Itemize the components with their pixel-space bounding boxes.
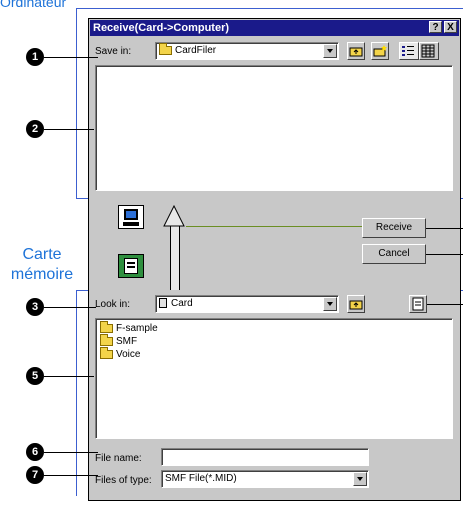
- up-folder-icon: [349, 47, 363, 57]
- list-view-button[interactable]: [399, 42, 419, 60]
- transfer-arrow-up-icon: [163, 204, 185, 227]
- callout-leader-3: [44, 307, 96, 308]
- callout-leader-1: [44, 57, 98, 58]
- details-view-icon: [421, 44, 435, 58]
- folder-icon: [100, 320, 113, 333]
- computer-icon: [118, 205, 144, 229]
- folder-icon: [100, 333, 113, 346]
- up-folder-button-card[interactable]: [347, 295, 365, 313]
- document-icon: [412, 297, 424, 311]
- card-icon: [159, 298, 167, 309]
- memory-card-icon: [118, 254, 144, 278]
- callout-1: 1: [26, 48, 44, 66]
- file-item-label: Voice: [116, 349, 141, 360]
- receive-button[interactable]: Receive: [362, 218, 426, 238]
- save-in-combo[interactable]: CardFiler: [155, 42, 339, 60]
- save-in-value: CardFiler: [175, 45, 217, 56]
- look-in-label: Look in:: [95, 299, 131, 310]
- file-type-label: Files of type:: [95, 475, 152, 486]
- cancel-button[interactable]: Cancel: [362, 244, 426, 264]
- new-folder-icon: [373, 45, 387, 57]
- chevron-down-icon[interactable]: [323, 44, 337, 58]
- memory-card-caption: Carte mémoire: [4, 245, 80, 285]
- folder-icon: [100, 346, 113, 359]
- file-type-select[interactable]: SMF File(*.MID): [161, 470, 369, 488]
- callout-leader-5: [44, 376, 94, 377]
- list-view-icon: [402, 46, 414, 56]
- card-button-leader: [427, 304, 463, 305]
- card-properties-button[interactable]: [409, 295, 427, 313]
- list-item[interactable]: SMF: [100, 333, 448, 348]
- file-type-value: SMF File(*.MID): [165, 473, 237, 484]
- memory-card-caption-line2: mémoire: [10, 266, 74, 283]
- list-item[interactable]: F-sample: [100, 320, 448, 335]
- callout-2: 2: [26, 120, 44, 138]
- callout-leader-6: [44, 452, 98, 453]
- transfer-line: [186, 226, 362, 227]
- computer-frame-top: [76, 8, 463, 9]
- transfer-arrow-shaft: [170, 226, 180, 290]
- list-item[interactable]: Voice: [100, 346, 448, 361]
- callout-6: 6: [26, 443, 44, 461]
- new-folder-button[interactable]: [371, 42, 389, 60]
- details-view-button[interactable]: [419, 42, 439, 60]
- callout-7: 7: [26, 466, 44, 484]
- callout-leader-7: [44, 475, 98, 476]
- callout-leader-2: [44, 129, 94, 130]
- callout-3: 3: [26, 298, 44, 316]
- computer-frame-left: [76, 8, 77, 198]
- folder-icon: [159, 42, 172, 55]
- cancel-leader: [426, 254, 463, 255]
- up-folder-icon: [349, 300, 363, 310]
- file-item-label: F-sample: [116, 323, 158, 334]
- file-item-label: SMF: [116, 336, 138, 347]
- memory-card-caption-line1: Carte: [22, 246, 62, 263]
- card-file-list[interactable]: F-sample SMF Voice: [95, 318, 453, 439]
- dialog-title: Receive(Card->Computer): [93, 22, 230, 34]
- computer-caption: Ordinateur: [0, 0, 67, 10]
- save-folder-list[interactable]: [95, 65, 453, 191]
- up-folder-button[interactable]: [347, 42, 365, 60]
- chevron-down-icon[interactable]: [353, 472, 367, 486]
- receive-leader: [426, 228, 463, 229]
- chevron-down-icon[interactable]: [323, 297, 337, 311]
- dialog-titlebar: Receive(Card->Computer): [90, 20, 459, 36]
- file-name-input[interactable]: [161, 448, 369, 466]
- look-in-value: Card: [171, 298, 193, 309]
- look-in-combo[interactable]: Card: [155, 295, 339, 313]
- close-button[interactable]: X: [444, 21, 457, 33]
- file-name-label: File name:: [95, 453, 142, 464]
- help-button[interactable]: ?: [429, 21, 442, 33]
- card-frame-left: [76, 290, 77, 496]
- callout-5: 5: [26, 367, 44, 385]
- save-in-label: Save in:: [95, 46, 132, 57]
